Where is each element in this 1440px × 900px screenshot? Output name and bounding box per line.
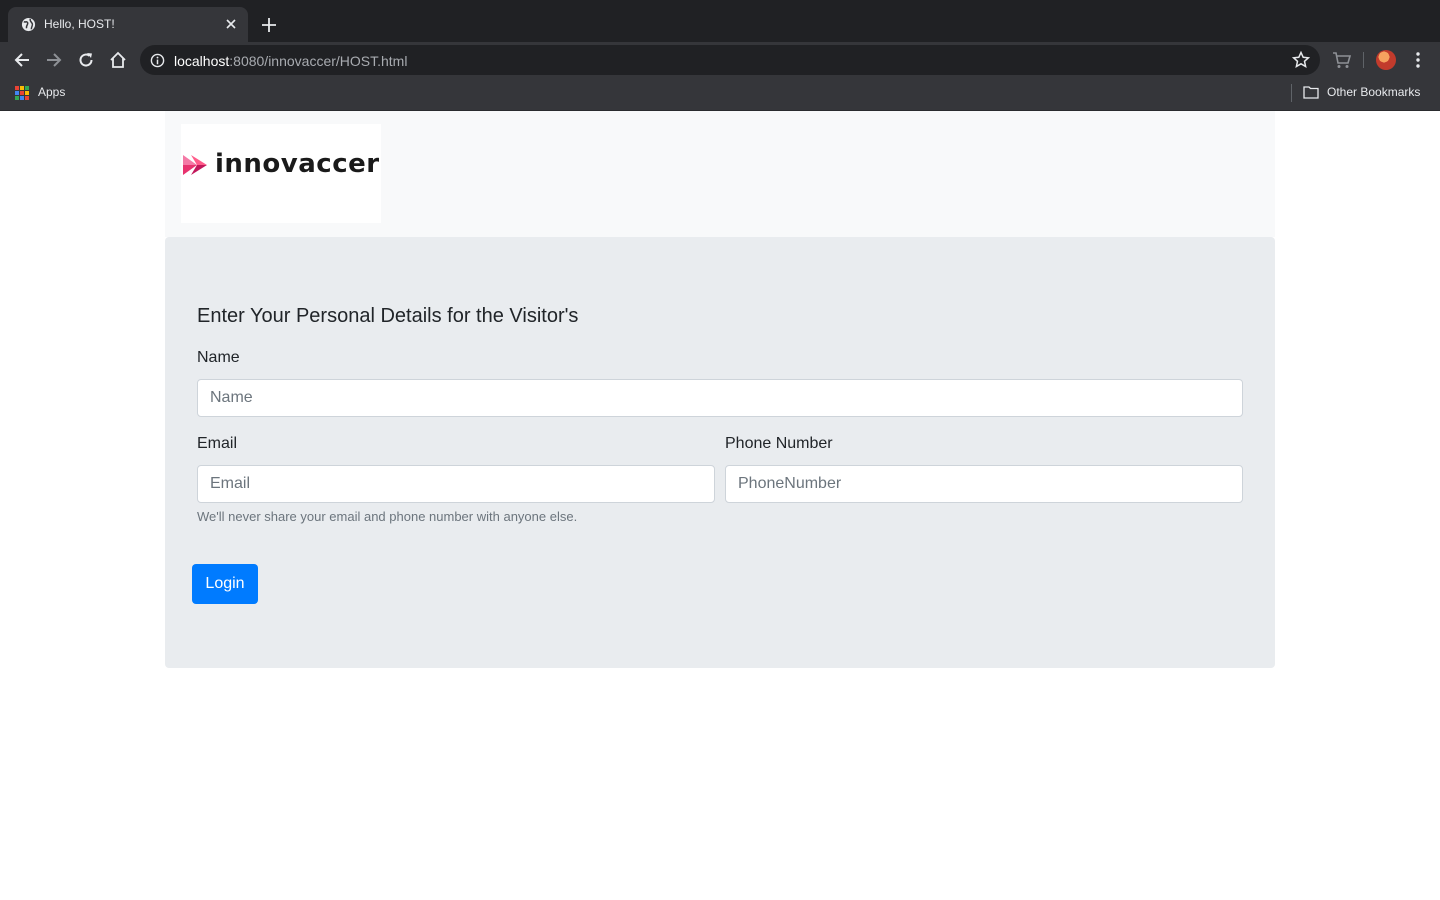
folder-icon <box>1303 86 1319 99</box>
info-icon[interactable] <box>150 53 165 68</box>
url-text: localhost:8080/innovaccer/HOST.html <box>174 53 408 69</box>
privacy-help-text: We'll never share your email and phone n… <box>197 509 578 524</box>
other-bookmarks-button[interactable]: Other Bookmarks <box>1327 85 1420 99</box>
phone-input[interactable] <box>725 465 1243 503</box>
bookmarks-bar: Apps Other Bookmarks <box>0 78 1440 111</box>
name-label: Name <box>197 349 240 366</box>
logo-wordmark: innovaccer <box>215 149 380 179</box>
email-input[interactable] <box>197 465 715 503</box>
more-menu-icon[interactable] <box>1410 50 1426 70</box>
back-arrow-icon[interactable] <box>10 48 34 72</box>
toolbar-divider <box>1363 52 1364 68</box>
visitor-form-panel: Enter Your Personal Details for the Visi… <box>165 237 1275 668</box>
browser-tab-strip: Hello, HOST! <box>0 0 1440 42</box>
name-input[interactable] <box>197 379 1243 417</box>
phone-label: Phone Number <box>725 435 833 452</box>
new-tab-icon[interactable] <box>258 14 280 36</box>
profile-avatar[interactable] <box>1376 50 1396 70</box>
company-logo: innovaccer <box>181 124 381 223</box>
tab-title: Hello, HOST! <box>44 17 115 31</box>
email-label: Email <box>197 435 238 452</box>
form-title: Enter Your Personal Details for the Visi… <box>197 305 579 327</box>
innovaccer-logo-icon <box>183 155 207 175</box>
home-icon[interactable] <box>106 48 130 72</box>
login-button[interactable]: Login <box>192 564 258 604</box>
shopping-cart-extension-icon[interactable] <box>1332 50 1352 70</box>
apps-bookmark[interactable]: Apps <box>38 85 65 99</box>
globe-icon <box>21 17 36 32</box>
page-viewport: innovaccer Enter Your Personal Details f… <box>0 111 1440 900</box>
page-header: innovaccer <box>165 111 1275 237</box>
bookmark-star-icon[interactable] <box>1292 51 1310 69</box>
forward-arrow-icon[interactable] <box>42 48 66 72</box>
address-bar[interactable]: localhost:8080/innovaccer/HOST.html <box>140 45 1320 75</box>
reload-icon[interactable] <box>74 48 98 72</box>
close-tab-icon[interactable] <box>222 15 240 33</box>
apps-grid-icon[interactable] <box>15 86 29 100</box>
browser-toolbar: localhost:8080/innovaccer/HOST.html <box>0 42 1440 78</box>
browser-tab[interactable]: Hello, HOST! <box>8 7 248 42</box>
bookmarks-divider <box>1291 84 1292 102</box>
